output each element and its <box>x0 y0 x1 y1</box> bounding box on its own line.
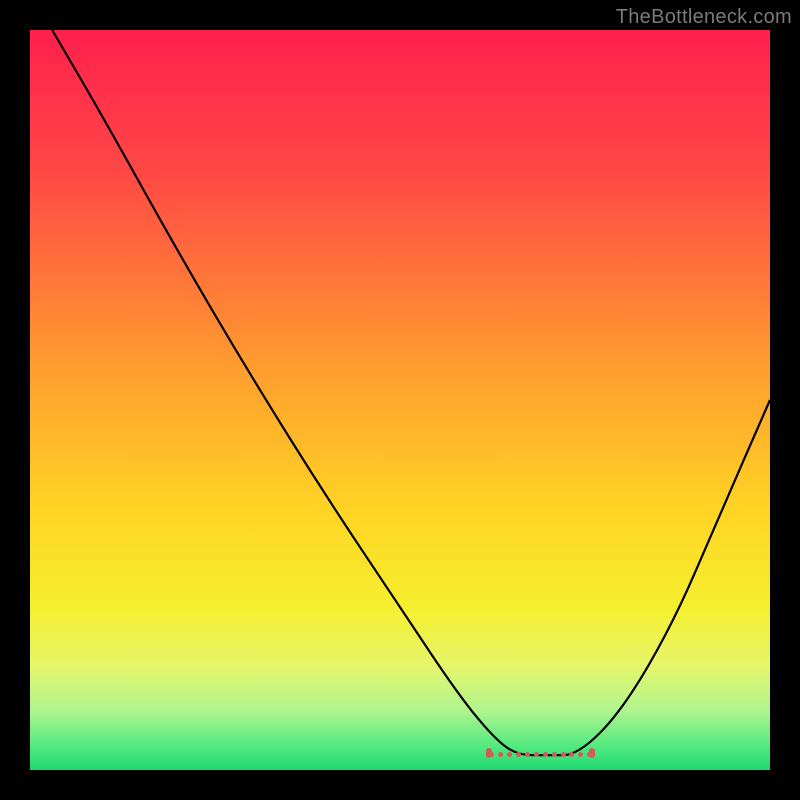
watermark-text: TheBottleneck.com <box>616 6 792 29</box>
chart-background-gradient <box>30 30 770 770</box>
chart-area <box>30 30 770 770</box>
